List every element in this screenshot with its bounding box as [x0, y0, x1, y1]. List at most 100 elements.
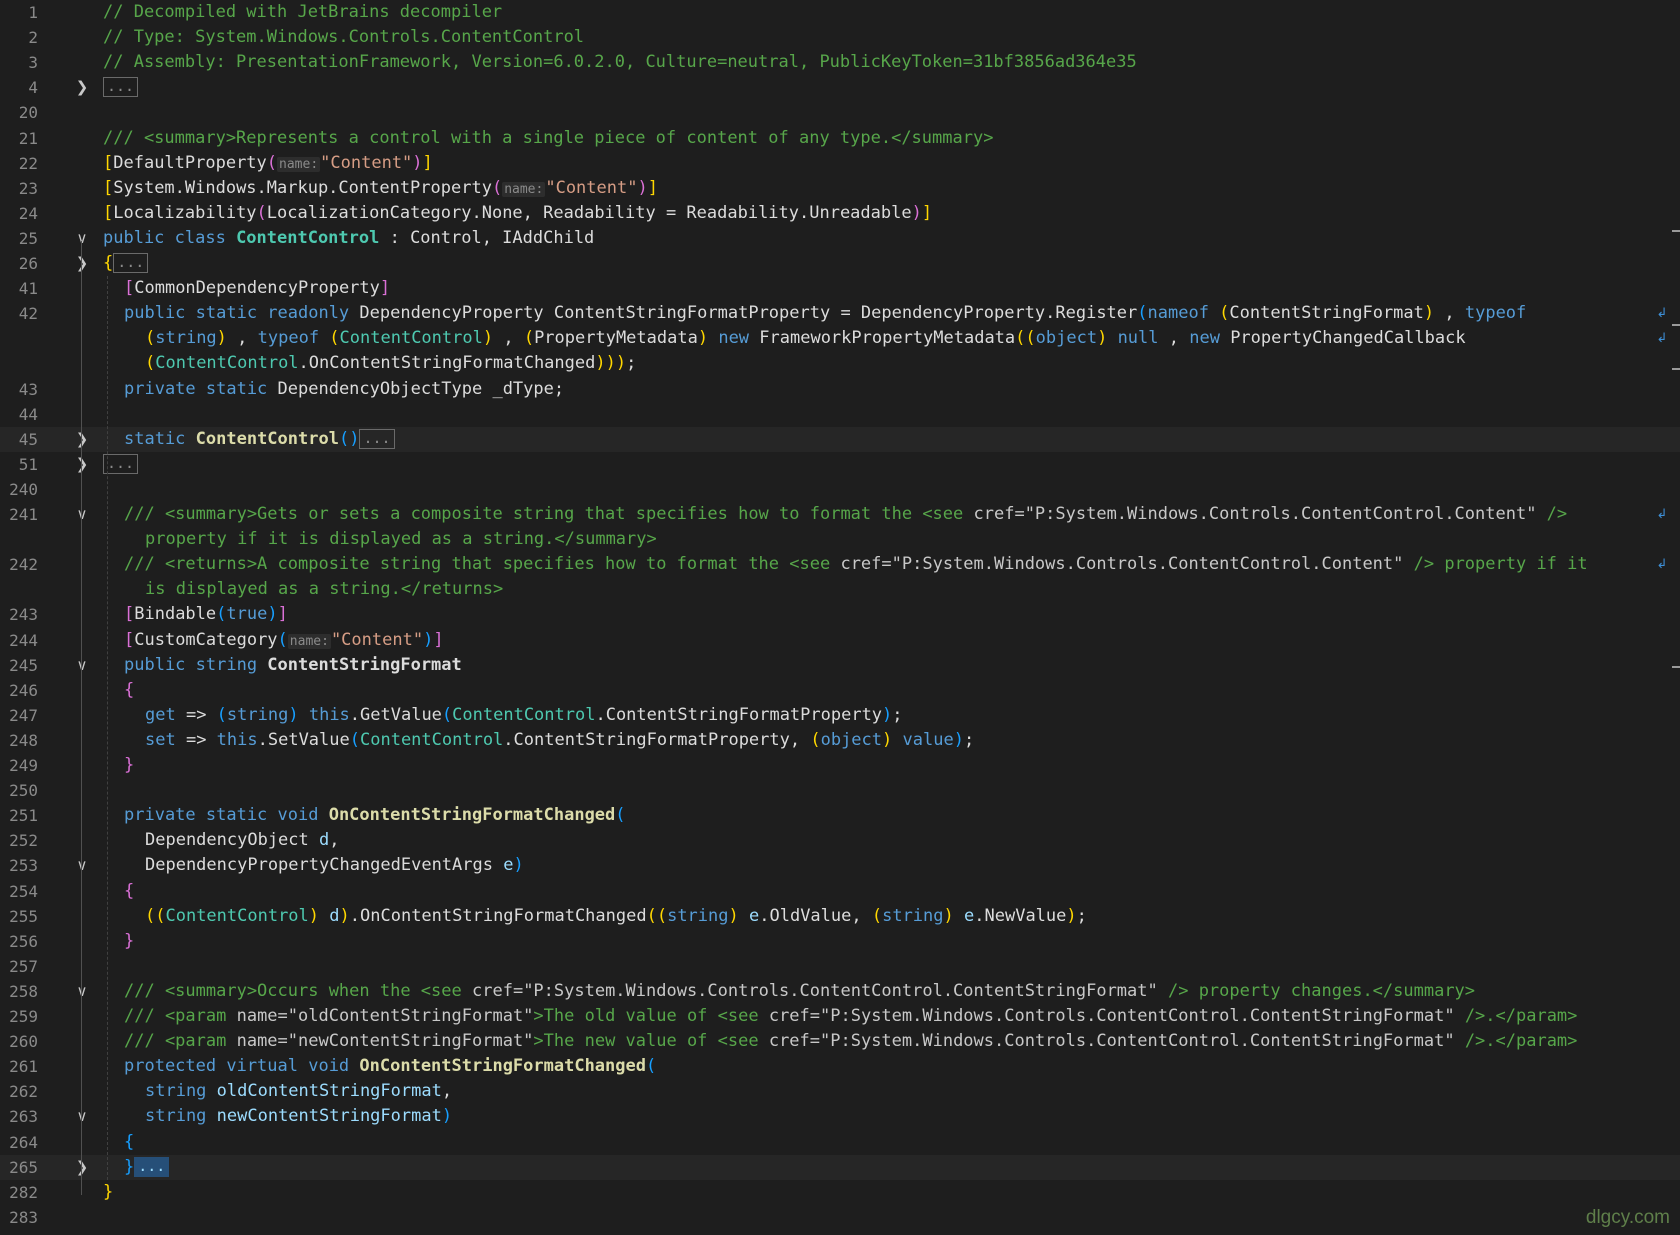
code-line[interactable]: 254 {: [0, 879, 1680, 904]
code-line[interactable]: 240: [0, 477, 1680, 502]
code-line[interactable]: 260 /// <param name="newContentStringForm…: [0, 1029, 1680, 1054]
code-text: string newContentStringFormat): [145, 1104, 452, 1129]
code-line[interactable]: 25 ∨ public class ContentControl : Control…: [0, 226, 1680, 251]
line-number: 263: [9, 1107, 38, 1127]
fold-expand-chevron-icon[interactable]: ❯: [75, 251, 89, 276]
fold-expand-chevron-icon[interactable]: ❯: [75, 452, 89, 477]
code-line[interactable]: 21 /// <summary>Represents a control with…: [0, 126, 1680, 151]
code-text: {...: [103, 251, 149, 276]
code-line[interactable]: 258 ∨ /// <summary>Occurs when the <see cr…: [0, 979, 1680, 1004]
code-line[interactable]: 241 ∨ /// <summary>Gets or sets a composit…: [0, 502, 1680, 527]
line-number: 240: [9, 479, 38, 499]
code-token: (: [645, 1056, 657, 1077]
code-token: /// <summary>Occurs when the <see: [124, 980, 472, 1001]
code-line[interactable]: (string) , typeof (ContentControl) , (Pr…: [0, 326, 1680, 351]
code-token: >The new value of <see: [533, 1031, 769, 1052]
code-line[interactable]: 24 [Localizability(LocalizationCategory.N…: [0, 201, 1680, 226]
code-line[interactable]: 256}: [0, 929, 1680, 954]
code-line[interactable]: 263 ∨ string newContentStringFormat): [0, 1104, 1680, 1129]
code-editor[interactable]: 1 // Decompiled with JetBrains decompiler…: [0, 0, 1680, 1235]
code-line[interactable]: 259 /// <param name="oldContentStringForm…: [0, 1004, 1680, 1029]
fold-expand-chevron-icon[interactable]: ❯: [75, 427, 89, 452]
code-token: (: [1219, 303, 1230, 324]
word-wrap-glyph-icon: ↲: [1656, 557, 1668, 573]
code-token: ;: [963, 729, 975, 750]
code-line[interactable]: 20: [0, 100, 1680, 125]
collapsed-region-button[interactable]: ...: [359, 428, 395, 449]
code-line[interactable]: 252 DependencyObject d,: [0, 828, 1680, 853]
code-line[interactable]: 264 {: [0, 1130, 1680, 1155]
code-line[interactable]: 257: [0, 954, 1680, 979]
code-line[interactable]: is displayed as a string.</returns>: [0, 577, 1680, 602]
code-token: "Content": [545, 177, 638, 198]
collapsed-region-button[interactable]: ...: [113, 253, 149, 273]
code-token: typeof: [257, 328, 330, 349]
code-line[interactable]: 4 ❯...: [0, 75, 1680, 100]
fold-collapse-chevron-icon[interactable]: ∨: [75, 979, 89, 1004]
code-token: nameof: [1147, 303, 1220, 324]
code-line[interactable]: 255 ((ContentControl) d).OnContentStringF…: [0, 904, 1680, 929]
code-token: ))): [595, 353, 627, 374]
code-line[interactable]: (ContentControl.OnContentStringFormatCha…: [0, 351, 1680, 376]
code-line[interactable]: 251 private static void OnContentStringFo…: [0, 803, 1680, 828]
code-line[interactable]: 265 ❯}...: [0, 1154, 1680, 1180]
line-number: 253: [9, 856, 38, 876]
fold-collapse-chevron-icon[interactable]: ∨: [75, 853, 89, 878]
collapsed-region-button[interactable]: ...: [103, 453, 139, 474]
code-line[interactable]: 43 private static DependencyObjectType _d…: [0, 377, 1680, 402]
code-line[interactable]: 249}: [0, 753, 1680, 778]
code-token: (: [810, 729, 821, 750]
code-token: (: [1137, 303, 1148, 324]
fold-collapse-chevron-icon[interactable]: ∨: [75, 1104, 89, 1129]
code-token: "P:System.Windows.Controls.ContentContro…: [820, 1031, 1455, 1052]
code-line[interactable]: property if it is displayed as a string.…: [0, 527, 1680, 552]
code-line[interactable]: 250: [0, 778, 1680, 803]
code-token: ContentControl: [339, 328, 483, 349]
code-line[interactable]: 248 set => this.SetValue(ContentControl.C…: [0, 728, 1680, 753]
code-line[interactable]: 41 [CommonDependencyProperty]: [0, 276, 1680, 301]
line-number: 256: [9, 931, 38, 951]
code-line[interactable]: 282}: [0, 1180, 1680, 1205]
code-token: ): [441, 1106, 453, 1127]
code-line[interactable]: 253 ∨ DependencyPropertyChangedEventArgs e…: [0, 853, 1680, 878]
code-token: .ContentStringFormatProperty,: [503, 729, 811, 750]
code-line[interactable]: 26 ❯ {...: [0, 251, 1680, 276]
code-line[interactable]: 45 ❯ static ContentControl()...: [0, 426, 1680, 452]
collapsed-region-button[interactable]: ...: [134, 1156, 170, 1177]
code-line[interactable]: 262 string oldContentStringFormat,: [0, 1079, 1680, 1104]
code-line[interactable]: 44: [0, 402, 1680, 427]
code-line[interactable]: 245 ∨ public string ContentStringFormat: [0, 653, 1680, 678]
code-line[interactable]: 2 // Type: System.Windows.Controls.Conten…: [0, 25, 1680, 50]
code-line[interactable]: 246 {: [0, 678, 1680, 703]
code-line[interactable]: 283: [0, 1205, 1680, 1230]
code-line[interactable]: 23 [System.Windows.Markup.ContentProperty…: [0, 176, 1680, 201]
code-token: ): [216, 328, 227, 349]
code-line[interactable]: 22 [DefaultProperty(name: "Content")]: [0, 151, 1680, 176]
code-token: ): [513, 855, 524, 876]
line-number: 44: [18, 404, 38, 424]
code-line[interactable]: 3 // Assembly: PresentationFramework, Ver…: [0, 50, 1680, 75]
code-text: DependencyPropertyChangedEventArgs e): [145, 853, 524, 878]
code-line[interactable]: 247 get => (string) this.GetValue(Content…: [0, 703, 1680, 728]
fold-collapse-chevron-icon[interactable]: ∨: [75, 502, 89, 527]
code-line[interactable]: 244 [CustomCategory(name: "Content")]: [0, 628, 1680, 653]
fold-expand-chevron-icon[interactable]: ❯: [75, 1155, 89, 1180]
code-line[interactable]: 51 ❯...: [0, 452, 1680, 477]
collapsed-region-button[interactable]: ...: [103, 77, 139, 98]
code-line[interactable]: 42 public static readonly DependencyPrope…: [0, 301, 1680, 326]
code-line[interactable]: 1 // Decompiled with JetBrains decompiler: [0, 0, 1680, 25]
code-token: cref=: [973, 504, 1025, 524]
code-token: .OldValue,: [759, 905, 872, 926]
fold-collapse-chevron-icon[interactable]: ∨: [75, 226, 89, 251]
fold-collapse-chevron-icon[interactable]: ∨: [75, 653, 89, 678]
code-text: {: [124, 678, 134, 703]
code-token: this: [216, 729, 258, 750]
code-token: ((: [145, 905, 166, 926]
code-line[interactable]: 243 [Bindable(true)]: [0, 602, 1680, 627]
code-line[interactable]: 261 protected virtual void OnContentStrin…: [0, 1054, 1680, 1079]
code-line[interactable]: 242 /// <returns>A composite string that …: [0, 552, 1680, 577]
code-text: get => (string) this.GetValue(ContentCon…: [145, 703, 903, 728]
fold-expand-chevron-icon[interactable]: ❯: [75, 75, 89, 100]
code-token: string: [145, 1106, 217, 1127]
